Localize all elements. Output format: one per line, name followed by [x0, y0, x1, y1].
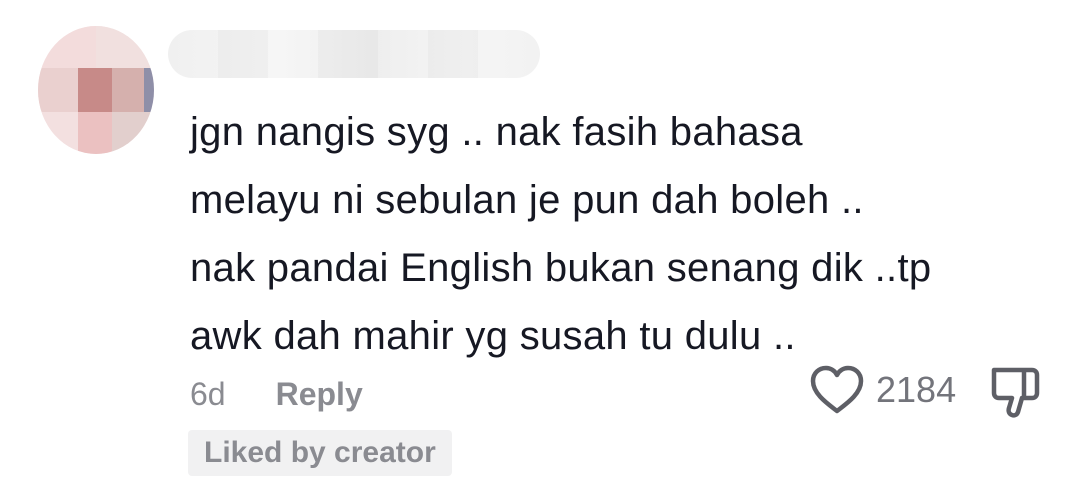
comment-meta: 6d Reply — [190, 366, 363, 422]
liked-by-creator-badge: Liked by creator — [188, 430, 452, 476]
like-count: 2184 — [876, 369, 957, 410]
reply-button[interactable]: Reply — [276, 376, 363, 413]
like-group: 2184 — [808, 362, 956, 418]
username-redacted[interactable] — [168, 30, 540, 78]
comment-item: jgn nangis syg .. nak fasih bahasa melay… — [0, 0, 1080, 504]
comment-text: jgn nangis syg .. nak fasih bahasa melay… — [190, 110, 932, 358]
thumbs-down-icon[interactable] — [988, 364, 1042, 420]
timestamp: 6d — [190, 375, 226, 412]
heart-outline-icon[interactable] — [808, 364, 866, 416]
avatar[interactable] — [38, 26, 154, 154]
